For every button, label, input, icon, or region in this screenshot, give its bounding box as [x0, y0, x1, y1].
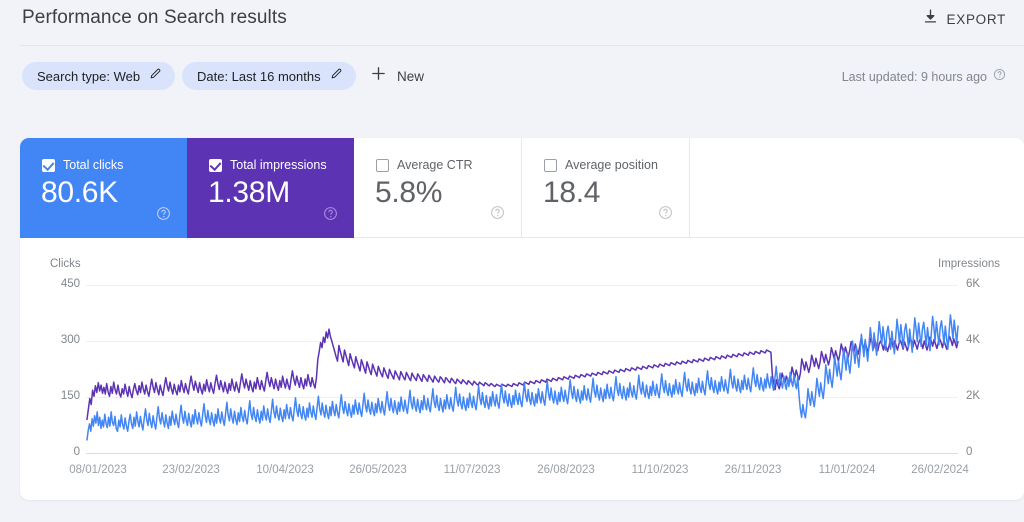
x-tick-3: 26/05/2023	[349, 464, 407, 476]
last-updated: Last updated: 9 hours ago	[842, 68, 1006, 86]
metric-cards: Total clicks 80.6K Total impressions 1.3…	[20, 138, 1024, 238]
metric-card-total-impressions-value: 1.38M	[208, 176, 290, 209]
checkbox-unchecked-icon[interactable]	[544, 158, 557, 172]
checkbox-unchecked-icon[interactable]	[376, 158, 389, 172]
x-tick-2: 10/04/2023	[256, 464, 314, 476]
help-circle-icon[interactable]	[323, 206, 338, 226]
export-label: EXPORT	[946, 11, 1006, 27]
x-tick-7: 26/11/2023	[724, 464, 782, 476]
metric-card-average-ctr-label: Average CTR	[397, 158, 473, 172]
metric-card-average-ctr-header: Average CTR	[376, 158, 473, 172]
plus-icon	[370, 65, 387, 87]
metric-card-average-position[interactable]: Average position 18.4	[522, 138, 690, 238]
metric-card-total-clicks-label: Total clicks	[63, 158, 124, 172]
export-button[interactable]: EXPORT	[922, 8, 1006, 30]
metric-card-total-clicks-value: 80.6K	[41, 176, 118, 209]
filter-chip-date[interactable]: Date: Last 16 months	[182, 62, 356, 90]
download-icon	[922, 8, 939, 30]
metric-card-average-ctr[interactable]: Average CTR 5.8%	[354, 138, 522, 238]
help-circle-icon[interactable]	[658, 205, 673, 225]
x-tick-6: 11/10/2023	[631, 464, 689, 476]
pencil-icon[interactable]	[149, 67, 162, 85]
performance-chart: Clicks Impressions 450 300 150 0 6K 4K 2…	[20, 238, 1024, 500]
help-circle-icon[interactable]	[490, 205, 505, 225]
help-circle-icon[interactable]	[993, 68, 1006, 86]
metric-cards-filler	[690, 138, 1024, 238]
chart-plot-area	[86, 314, 959, 441]
metric-card-total-clicks[interactable]: Total clicks 80.6K	[20, 138, 187, 238]
performance-page: Performance on Search results EXPORT Sea…	[0, 0, 1024, 522]
pencil-icon[interactable]	[330, 67, 343, 85]
performance-panel: Total clicks 80.6K Total impressions 1.3…	[20, 138, 1024, 500]
metric-card-average-position-label: Average position	[565, 158, 658, 172]
metric-card-total-clicks-header: Total clicks	[42, 158, 123, 172]
filter-bar: Search type: Web Date: Last 16 months Ne…	[0, 46, 1024, 110]
metric-card-average-position-header: Average position	[544, 158, 658, 172]
metric-card-total-impressions-label: Total impressions	[230, 158, 327, 172]
x-tick-8: 11/01/2024	[818, 464, 876, 476]
checkbox-checked-icon[interactable]	[42, 158, 55, 172]
filter-chip-date-label: Date: Last 16 months	[197, 68, 321, 84]
help-circle-icon[interactable]	[156, 206, 171, 226]
x-tick-1: 23/02/2023	[162, 464, 220, 476]
new-filter-label: New	[397, 68, 425, 84]
checkbox-checked-icon[interactable]	[209, 158, 222, 172]
filter-chip-search-type-label: Search type: Web	[37, 68, 141, 84]
page-header: Performance on Search results EXPORT	[0, 0, 1024, 41]
x-tick-5: 26/08/2023	[537, 464, 595, 476]
x-tick-4: 11/07/2023	[443, 464, 501, 476]
page-title: Performance on Search results	[22, 7, 287, 28]
series-line-total-clicks	[86, 314, 959, 441]
new-filter-button[interactable]: New	[370, 62, 424, 90]
metric-card-total-impressions-header: Total impressions	[209, 158, 327, 172]
metric-card-average-ctr-value: 5.8%	[375, 176, 443, 209]
last-updated-text: Last updated: 9 hours ago	[841, 70, 987, 84]
filter-chip-search-type[interactable]: Search type: Web	[22, 62, 176, 90]
metric-card-total-impressions[interactable]: Total impressions 1.38M	[187, 138, 354, 238]
x-tick-0: 08/01/2023	[69, 464, 127, 476]
x-tick-9: 26/02/2024	[911, 464, 969, 476]
metric-card-average-position-value: 18.4	[543, 176, 601, 209]
